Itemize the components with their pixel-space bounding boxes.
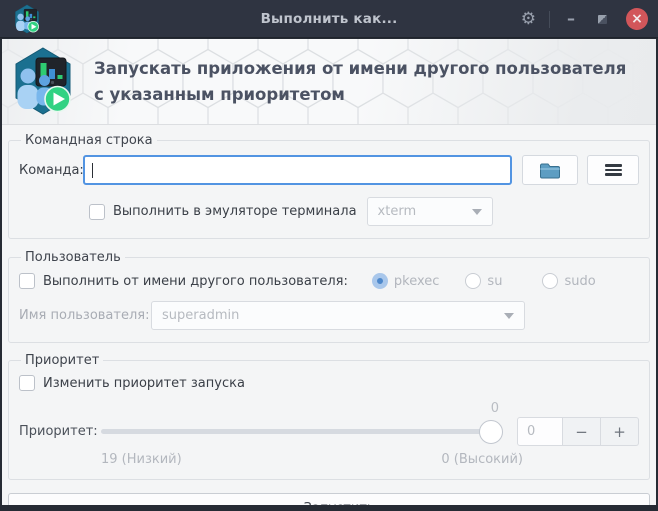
window-content: Запускать приложения от имени другого по… <box>2 39 656 505</box>
priority-low-label: 19 (Низкий) <box>101 452 182 467</box>
run-as-window: Выполнить как... ⚙ – × Запускать приложе… <box>0 0 658 511</box>
user-legend: Пользователь <box>25 250 121 265</box>
auth-option-su[interactable]: su <box>465 273 502 289</box>
priority-legend: Приоритет <box>25 353 100 368</box>
restore-button[interactable] <box>598 14 607 24</box>
auth-option-sudo[interactable]: sudo <box>542 273 596 289</box>
auth-option-pkexec[interactable]: pkexec <box>371 273 440 289</box>
command-history-button[interactable] <box>587 155 639 185</box>
run-as-other-user-label: Выполнить от имени другого пользователя: <box>43 273 348 289</box>
app-hexagon-icon-large <box>11 46 75 116</box>
close-button[interactable]: × <box>626 8 648 30</box>
command-input[interactable] <box>85 157 510 183</box>
radio-unselected-icon <box>542 273 559 289</box>
priority-group: Приоритет Изменить приоритет запуска При… <box>8 353 650 480</box>
folder-icon <box>539 161 561 179</box>
command-label: Команда: <box>19 162 84 178</box>
titlebar-separator <box>549 10 550 28</box>
terminal-emulator-select[interactable]: xterm <box>366 197 493 226</box>
user-group: Пользователь Выполнить от имени другого … <box>8 250 650 343</box>
terminal-checkbox[interactable] <box>89 203 105 220</box>
username-value: superadmin <box>162 308 240 323</box>
auth-option-su-label: su <box>487 273 503 289</box>
username-label: Имя пользователя: <box>19 308 150 323</box>
auth-option-sudo-label: sudo <box>564 273 596 289</box>
titlebar[interactable]: Выполнить как... ⚙ – × <box>0 0 658 38</box>
settings-gear-icon[interactable]: ⚙ <box>521 10 536 28</box>
slider-value-label: 0 <box>490 400 499 416</box>
priority-label: Приоритет: <box>19 424 98 439</box>
slider-handle[interactable] <box>479 419 503 444</box>
auth-option-pkexec-label: pkexec <box>393 273 440 289</box>
change-priority-label: Изменить приоритет запуска <box>43 375 245 391</box>
username-select[interactable]: superadmin <box>151 301 525 330</box>
command-line-group: Командная строка Команда: Выполнить в эм… <box>8 133 650 239</box>
terminal-checkbox-label: Выполнить в эмуляторе терминала <box>113 204 357 219</box>
chevron-down-icon <box>504 312 514 319</box>
command-input-wrap <box>83 155 512 185</box>
app-description-title: Запускать приложения от имени другого по… <box>94 58 627 104</box>
command-line-legend: Командная строка <box>25 133 153 148</box>
header-banner: Запускать приложения от имени другого по… <box>2 39 656 125</box>
priority-high-label: 0 (Высокий) <box>441 452 523 467</box>
play-icon: ▶ <box>283 502 292 506</box>
radio-selected-icon <box>371 273 388 289</box>
run-button[interactable]: ▶ Запустить <box>8 493 650 505</box>
run-button-label: Запустить <box>304 501 375 505</box>
spinbox-value[interactable]: 0 <box>517 417 563 446</box>
app-hexagon-icon <box>13 4 41 34</box>
chevron-down-icon <box>471 208 482 215</box>
change-priority-checkbox[interactable] <box>19 375 35 391</box>
priority-spinbox: 0 − + <box>517 417 639 446</box>
text-caret <box>92 163 93 178</box>
run-as-other-user-checkbox[interactable] <box>19 273 35 289</box>
minimize-button[interactable]: – <box>563 11 579 27</box>
slider-track[interactable] <box>101 429 501 434</box>
spinbox-increment-button[interactable]: + <box>601 417 639 446</box>
hamburger-menu-icon <box>604 164 622 176</box>
window-title: Выполнить как... <box>260 10 398 27</box>
priority-slider[interactable]: 0 <box>101 401 503 446</box>
browse-file-button[interactable] <box>522 155 578 185</box>
terminal-emulator-value: xterm <box>377 204 417 219</box>
spinbox-decrement-button[interactable]: − <box>563 417 601 446</box>
radio-unselected-icon <box>465 273 482 289</box>
